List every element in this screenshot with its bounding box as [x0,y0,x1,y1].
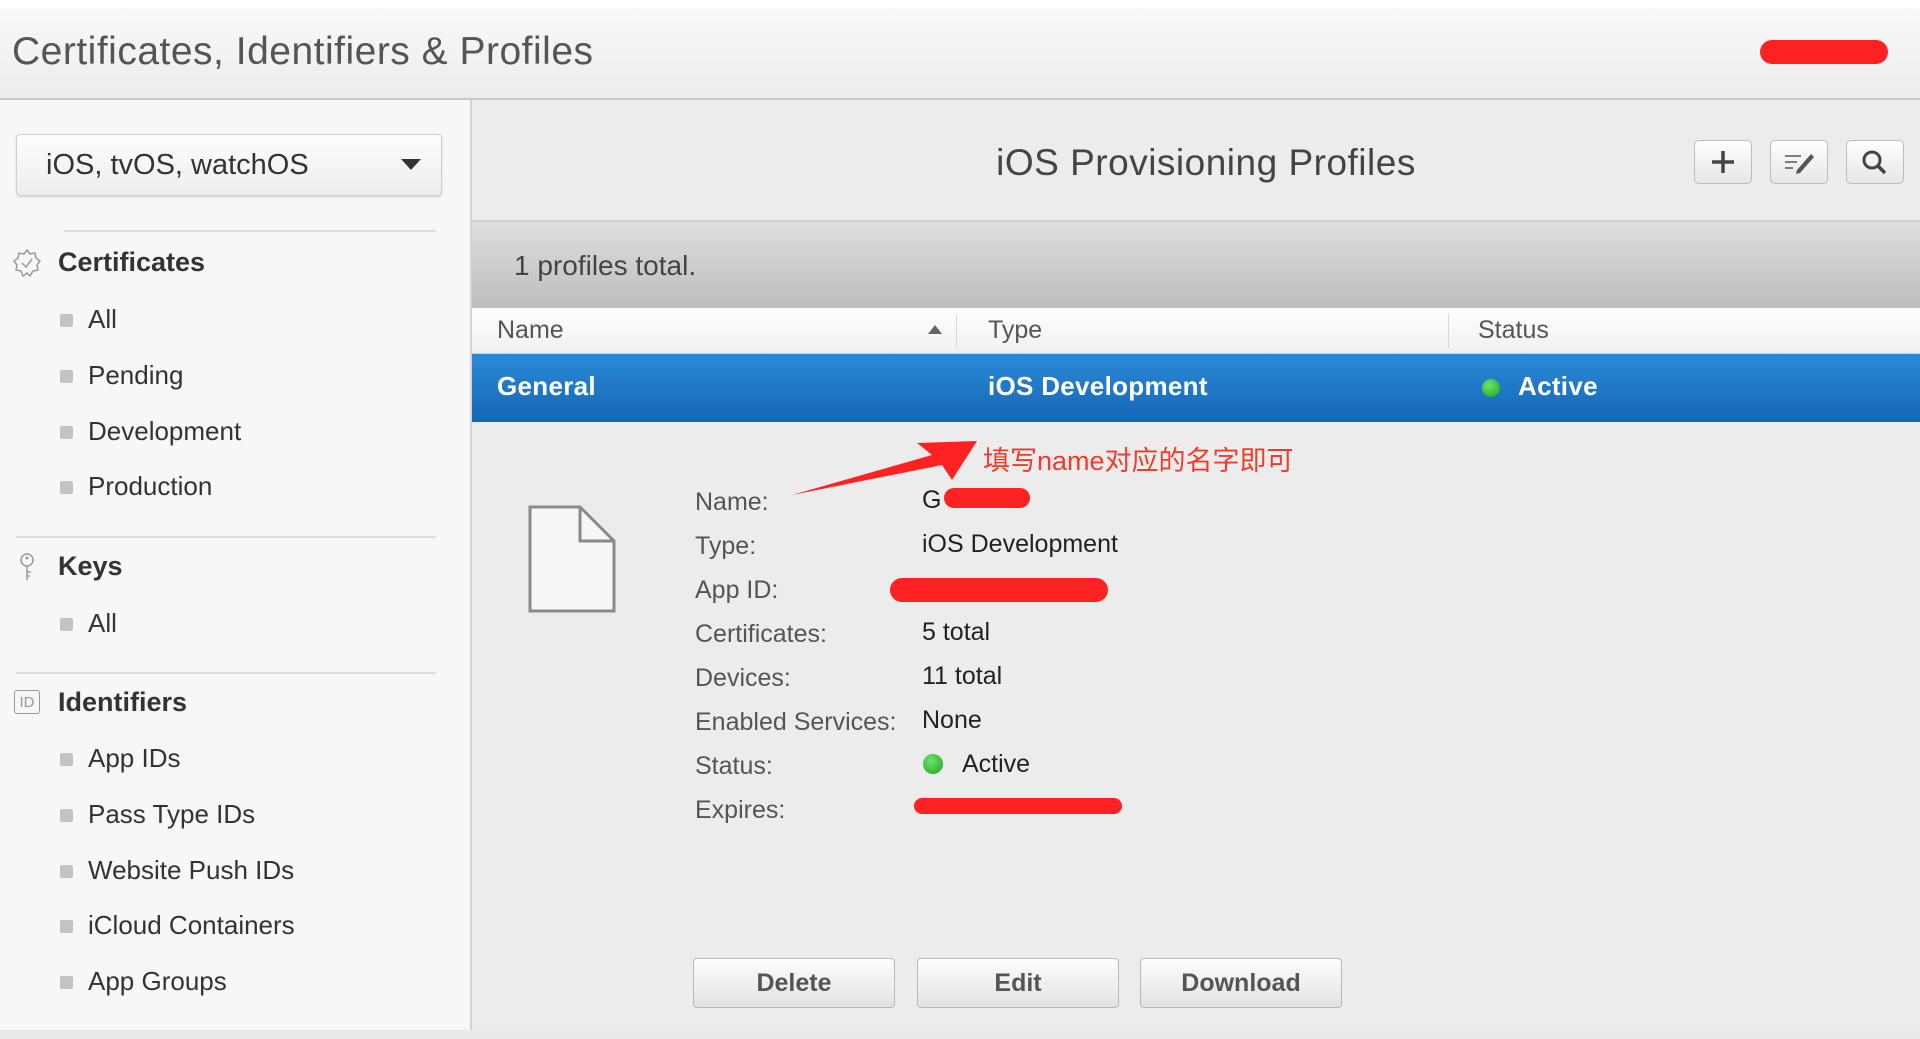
id-icon: ID [14,690,40,714]
sidebar-item-label: Development [88,416,242,446]
detail-label-devices: Devices: [695,664,791,692]
profile-count-bar: 1 profiles total. [472,222,1920,308]
column-separator [956,314,957,348]
sidebar-item-label: Website Push IDs [88,855,295,885]
section-label: Certificates [58,247,206,277]
column-header-name[interactable]: Name [497,316,564,345]
section-label: Keys [58,551,123,581]
sidebar: iOS, tvOS, watchOS Certificates All Pend… [0,100,472,1030]
bullet-icon [60,370,73,383]
sidebar-item-label: All [88,608,117,638]
annotation-text: 填写name对应的名字即可 [983,446,1294,476]
bullet-icon [60,920,73,933]
sidebar-item-label: Production [88,471,213,501]
column-header-type[interactable]: Type [988,316,1042,345]
profile-count: 1 profiles total. [514,250,697,281]
platform-dropdown[interactable]: iOS, tvOS, watchOS [16,134,442,196]
certificate-badge-icon [12,248,42,278]
sidebar-item-label: Pending [88,360,184,390]
detail-value-services: None [922,706,982,734]
detail-label-name: Name: [695,488,769,516]
column-header-status[interactable]: Status [1478,316,1549,345]
detail-label-expires: Expires: [695,796,786,824]
sidebar-item-label: All [88,304,117,334]
detail-label-services: Enabled Services: [695,708,897,736]
bottom-strip [0,1030,1920,1039]
edit-icon [1785,154,1814,174]
divider [16,536,436,538]
plus-icon [1712,151,1734,173]
key-icon [12,552,42,582]
page-title: Certificates, Identifiers & Profiles [12,30,594,73]
name-redaction [944,488,1030,508]
search-icon [1862,150,1887,175]
detail-value-status: Active [962,750,1031,778]
detail-label-status: Status: [695,752,773,780]
divider [16,672,436,674]
detail-label-type: Type: [695,532,757,560]
detail-value-devices: 11 total [922,662,1003,690]
section-label: Identifiers [58,687,188,717]
sidebar-item-label: iCloud Containers [88,910,295,940]
detail-value-certificates: 5 total [922,618,991,646]
detail-label-certificates: Certificates: [695,620,827,648]
status-active-dot-icon [1482,379,1500,397]
account-redaction [1760,40,1888,64]
column-separator [1448,314,1449,348]
bullet-icon [60,976,73,989]
download-button[interactable]: Download [1140,958,1342,1008]
divider [64,230,436,232]
app-id-redaction [890,578,1108,602]
add-button[interactable] [1694,140,1752,184]
row-name: General [497,371,596,401]
sidebar-item-label: App Groups [88,966,227,996]
sidebar-item-label: App IDs [88,743,181,773]
sort-ascending-icon [928,325,942,334]
platform-label: iOS, tvOS, watchOS [46,149,309,181]
main-panel: iOS Provisioning Profiles 1 profiles tot… [472,100,1920,1030]
search-button[interactable] [1846,140,1904,184]
table-row[interactable]: General iOS Development Active [472,354,1920,422]
row-type: iOS Development [988,371,1208,401]
edit-button[interactable] [1770,140,1828,184]
bullet-icon [60,314,73,327]
status-active-dot-icon [923,754,943,774]
bullet-icon [60,426,73,439]
page-header: Certificates, Identifiers & Profiles [0,8,1920,100]
edit-profile-button[interactable]: Edit [917,958,1119,1008]
detail-label-app-id: App ID: [695,576,779,604]
bullet-icon [60,618,73,631]
top-strip [0,0,1920,8]
delete-button[interactable]: Delete [693,958,895,1008]
chevron-down-icon [401,159,421,170]
panel-header: iOS Provisioning Profiles [472,100,1920,222]
bullet-icon [60,753,73,766]
detail-value-type: iOS Development [922,530,1118,558]
bullet-icon [60,865,73,878]
bullet-icon [60,481,73,494]
detail-value-name: G [922,486,942,514]
table-header: Name Type Status [472,308,1920,354]
sidebar-item-label: Pass Type IDs [88,799,256,829]
document-icon [526,503,618,620]
expires-redaction [914,798,1122,814]
bullet-icon [60,809,73,822]
row-status: Active [1518,371,1598,401]
